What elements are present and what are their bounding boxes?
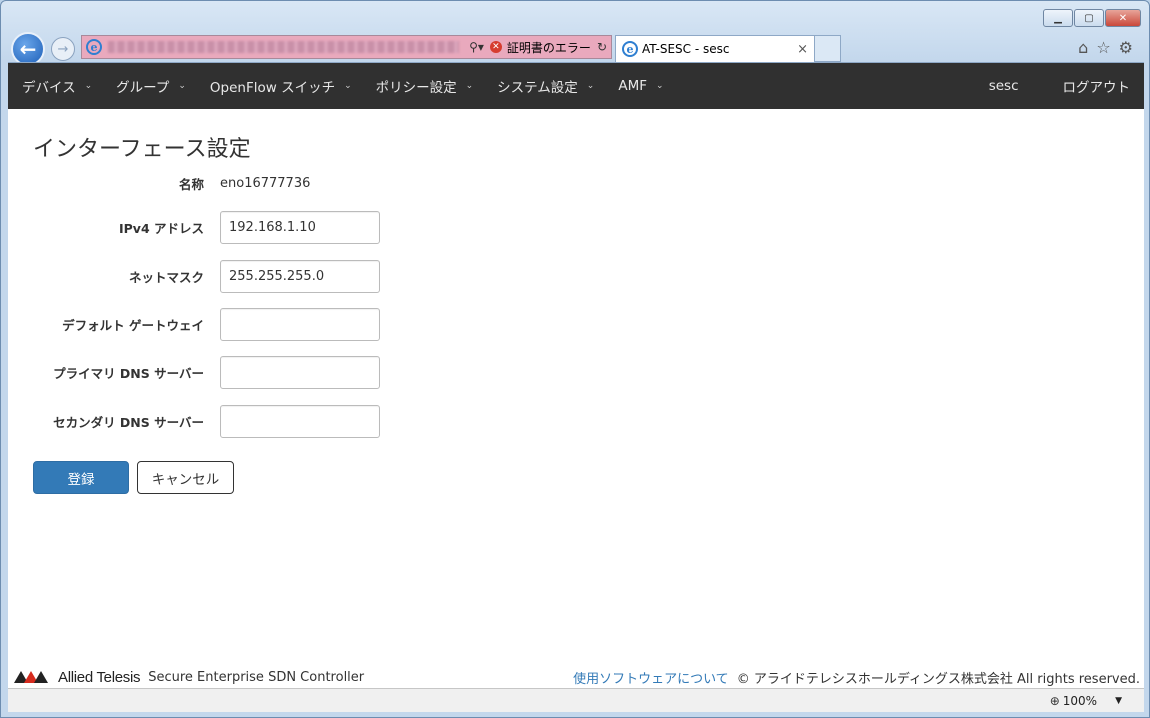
nav-label: デバイス (22, 80, 76, 96)
secondary-dns-input[interactable] (220, 404, 380, 438)
certificate-error[interactable]: ✕ 証明書のエラー (489, 39, 591, 56)
page-content: デバイス ⌄ グループ ⌄ OpenFlow スイッチ ⌄ ポリシー設定 ⌄ システム設… (8, 62, 1144, 688)
zoom-control[interactable]: ⊕ 100% ▼ (1050, 694, 1122, 708)
nav-item-system-settings[interactable]: システム設定 ⌄ (485, 63, 606, 109)
nav-label: AMF (618, 78, 647, 94)
brand-name: Allied Telesis (58, 668, 141, 686)
software-info-link[interactable]: 使用ソフトウェアについて (573, 668, 729, 687)
nav-item-groups[interactable]: グループ ⌄ (104, 63, 198, 109)
chevron-down-icon: ⌄ (586, 81, 595, 91)
search-icon[interactable]: ⚲▾ (469, 40, 484, 54)
chevron-down-icon: ⌄ (344, 81, 352, 91)
maximize-icon: ▢ (1084, 12, 1094, 24)
window-controls: ▁ ▢ ✕ (1042, 9, 1141, 27)
ipv4-label: IPv4 アドレス (118, 220, 204, 236)
product-name: Secure Enterprise SDN Controller (148, 669, 365, 685)
chevron-down-icon[interactable]: ▼ (1115, 696, 1122, 706)
forward-button[interactable]: → (51, 37, 75, 61)
tab-close-icon[interactable]: × (797, 42, 808, 57)
forward-arrow-icon: → (57, 41, 69, 57)
cert-error-label: 証明書のエラー (506, 40, 591, 55)
chevron-down-icon: ⌄ (178, 81, 186, 91)
nav-label: グループ (116, 80, 170, 96)
chevron-down-icon: ⌄ (465, 81, 474, 91)
new-tab-button[interactable] (815, 35, 841, 62)
nav-item-policy-settings[interactable]: ポリシー設定 ⌄ (364, 63, 486, 109)
netmask-label: ネットマスク (128, 269, 204, 285)
form-row-dns1: プライマリ DNS サーバー (8, 355, 408, 389)
name-value: eno16777736 (220, 175, 311, 191)
gear-icon[interactable]: ⚙ (1119, 38, 1133, 57)
cancel-button[interactable]: キャンセル (137, 461, 234, 494)
minimize-icon: ▁ (1054, 12, 1062, 24)
page-title: インターフェース設定 (33, 137, 251, 162)
maximize-button[interactable]: ▢ (1074, 9, 1104, 27)
ipv4-address-input[interactable] (220, 210, 380, 244)
nav-item-openflow-switch[interactable]: OpenFlow スイッチ ⌄ (198, 63, 364, 109)
close-window-button[interactable]: ✕ (1105, 9, 1141, 27)
primary-dns-input[interactable] (220, 355, 380, 389)
form-row-netmask: ネットマスク (8, 259, 408, 293)
nav-label: システム設定 (497, 80, 578, 96)
browser-tools: ⌂ ☆ ⚙ (1078, 38, 1133, 57)
address-bar[interactable]: e ⚲▾ ✕ 証明書のエラー ↻ (81, 35, 612, 59)
form-row-name: 名称 eno16777736 (8, 166, 408, 200)
form-row-gateway: デフォルト ゲートウェイ (8, 307, 408, 341)
nav-user[interactable]: sesc (961, 63, 1047, 109)
chevron-down-icon: ⌄ (655, 81, 664, 91)
gateway-label: デフォルト ゲートウェイ (62, 317, 204, 333)
secondary-dns-label: セカンダリ DNS サーバー (53, 414, 204, 430)
nav-item-amf[interactable]: AMF ⌄ (606, 63, 675, 109)
name-label: 名称 (178, 176, 204, 192)
close-icon: ✕ (1118, 12, 1128, 24)
back-button[interactable]: ← (11, 32, 45, 66)
primary-dns-label: プライマリ DNS サーバー (53, 365, 204, 381)
favorites-star-icon[interactable]: ☆ (1096, 38, 1110, 57)
error-x-icon: ✕ (489, 41, 502, 53)
submit-button[interactable]: 登録 (33, 461, 129, 494)
browser-window: ▁ ▢ ✕ ← → e ⚲▾ ✕ 証明書のエラー ↻ e AT-SESC - s… (0, 0, 1150, 718)
form-row-dns2: セカンダリ DNS サーバー (8, 404, 408, 438)
back-arrow-icon: ← (19, 37, 37, 61)
zoom-icon: ⊕ (1049, 693, 1060, 708)
default-gateway-input[interactable] (220, 307, 380, 341)
home-icon[interactable]: ⌂ (1078, 38, 1088, 57)
nav-label: ポリシー設定 (375, 80, 457, 96)
form-row-ipv4: IPv4 アドレス (8, 210, 408, 244)
minimize-button[interactable]: ▁ (1043, 9, 1073, 27)
status-bar: ⊕ 100% ▼ (8, 688, 1144, 712)
footer: Allied Telesis Secure Enterprise SDN Con… (8, 666, 1144, 688)
chevron-down-icon: ⌄ (84, 81, 93, 91)
url-text-blurred[interactable] (108, 41, 460, 53)
copyright: © アライドテレシスホールディングス株式会社 All rights reserv… (736, 671, 1140, 687)
ie-icon: e (86, 39, 102, 55)
netmask-input[interactable] (220, 259, 380, 293)
browser-tab[interactable]: e AT-SESC - sesc × (615, 35, 815, 62)
top-navbar: デバイス ⌄ グループ ⌄ OpenFlow スイッチ ⌄ ポリシー設定 ⌄ システム設… (8, 63, 1144, 109)
refresh-icon[interactable]: ↻ (597, 40, 607, 54)
allied-telesis-logo: Allied Telesis (14, 668, 141, 686)
nav-label: OpenFlow スイッチ (209, 80, 336, 96)
nav-item-devices[interactable]: デバイス ⌄ (8, 63, 104, 109)
tab-title: AT-SESC - sesc (642, 42, 730, 56)
zoom-level: 100% (1062, 693, 1098, 708)
logout-link[interactable]: ログアウト (1047, 63, 1145, 109)
tab-ie-icon: e (622, 41, 638, 57)
logo-mark-icon (14, 671, 54, 683)
